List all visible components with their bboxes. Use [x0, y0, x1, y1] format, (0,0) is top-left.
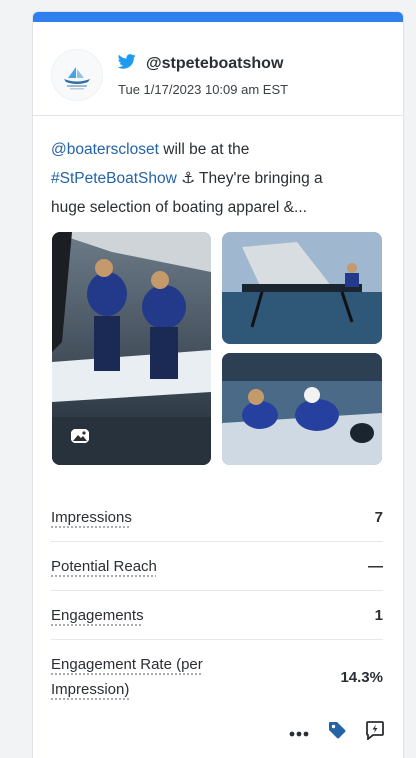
- metric-row-engagement-rate: Engagement Rate (per Impression) 14.3%: [51, 640, 383, 714]
- post-datetime: Tue 1/17/2023 10:09 am EST: [118, 82, 288, 97]
- more-icon[interactable]: [289, 724, 309, 742]
- metric-value: 7: [375, 509, 383, 526]
- anchor-emoji: ⚓: [177, 170, 199, 187]
- metric-value: 1: [375, 607, 383, 624]
- metric-row-engagements: Engagements 1: [51, 591, 383, 640]
- reply-icon[interactable]: [365, 720, 385, 745]
- handle-row: @stpeteboatshow: [118, 54, 283, 74]
- metric-label[interactable]: Potential Reach: [51, 558, 157, 575]
- post-image-1[interactable]: [52, 232, 211, 465]
- accent-bar: [33, 12, 403, 22]
- metric-value: —: [368, 558, 383, 575]
- post-text-3: huge selection of boating apparel &...: [51, 199, 307, 216]
- post-image-3[interactable]: [222, 353, 382, 465]
- metric-label[interactable]: Impressions: [51, 509, 132, 526]
- post-actions: [289, 720, 385, 745]
- tag-icon[interactable]: [327, 720, 347, 745]
- hashtag-link[interactable]: #StPeteBoatShow: [51, 170, 177, 187]
- post-image-2[interactable]: [222, 232, 382, 344]
- post-card: @stpeteboatshow Tue 1/17/2023 10:09 am E…: [32, 11, 404, 758]
- post-text: @boaterscloset will be at the #StPeteBoa…: [51, 135, 386, 222]
- metrics-list: Impressions 7 Potential Reach — Engageme…: [51, 493, 383, 714]
- metric-value: 14.3%: [340, 669, 383, 686]
- mention-link[interactable]: @boaterscloset: [51, 141, 159, 158]
- post-handle[interactable]: @stpeteboatshow: [146, 55, 283, 73]
- avatar[interactable]: [51, 49, 103, 101]
- post-text-2: They're bringing a: [199, 170, 323, 187]
- image-icon: [70, 428, 90, 444]
- metric-row-potential-reach: Potential Reach —: [51, 542, 383, 591]
- post-text-1: will be at the: [159, 141, 249, 158]
- post-header: @stpeteboatshow Tue 1/17/2023 10:09 am E…: [33, 22, 403, 116]
- metric-row-impressions: Impressions 7: [51, 493, 383, 542]
- metric-label[interactable]: Engagements: [51, 607, 144, 624]
- metric-label[interactable]: Engagement Rate (per Impression): [51, 652, 236, 702]
- twitter-icon: [118, 54, 136, 74]
